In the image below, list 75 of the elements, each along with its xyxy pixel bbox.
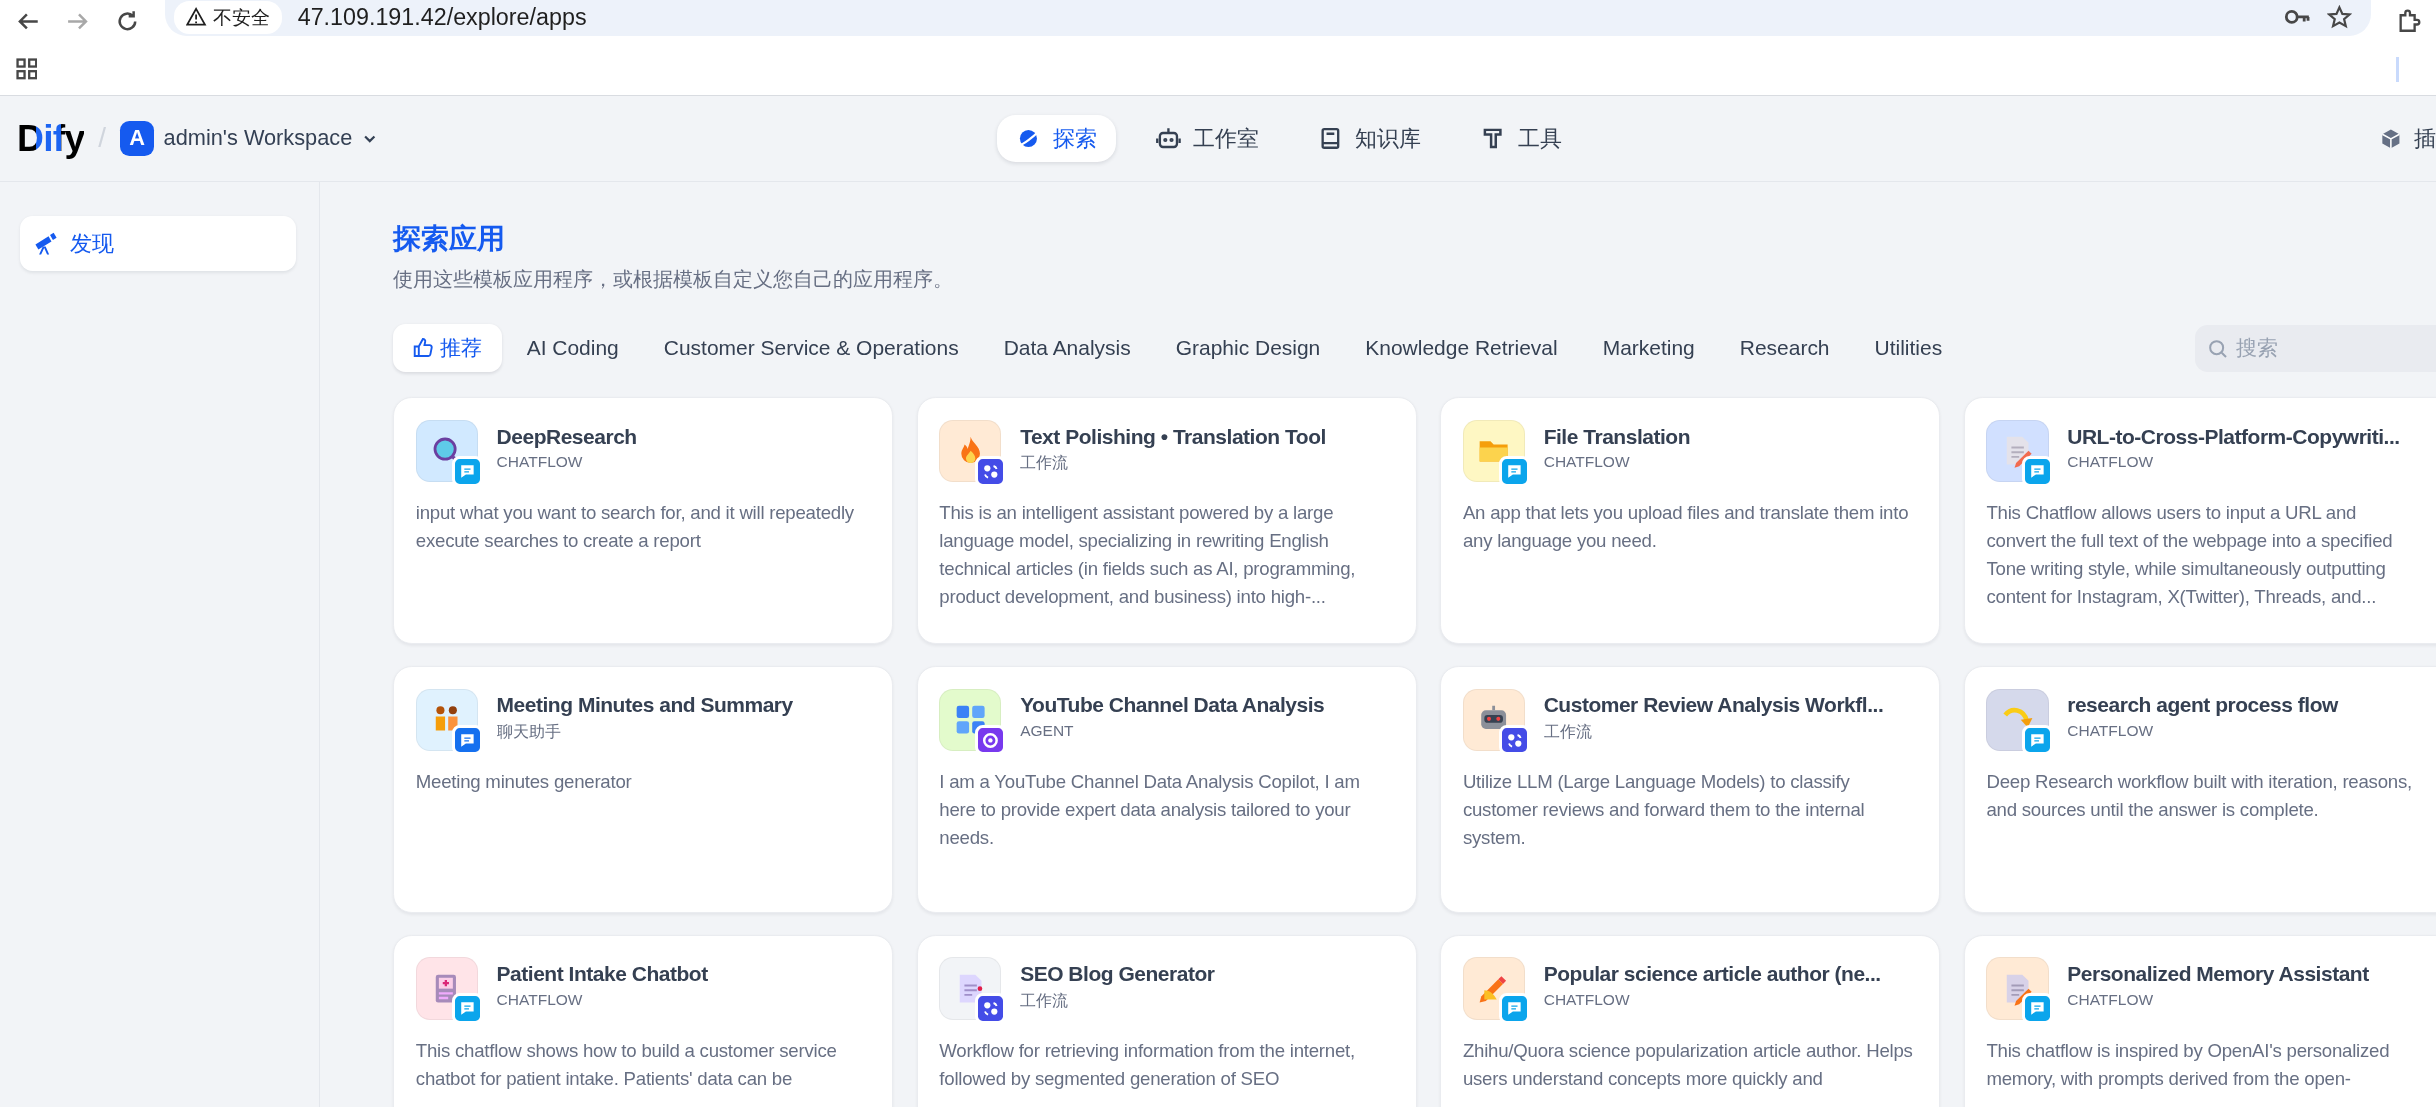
app-mode: 工作流 [1020,453,1069,474]
app-description: Meeting minutes generator [415,769,633,794]
app-card[interactable]: Popular science article author (ne... CHATFLOW Zhihu/Quora science popularization article author. Helps users understand concepts more quickly and [1440,934,1941,1107]
app-description: Zhihu/Quora science popularization article author. Helps users understand concepts more quickly and [1462,1038,1914,1091]
category-tab[interactable]: 推荐 [393,324,502,373]
address-field[interactable]: 47.109.191.42/explore/apps [297,3,2269,31]
app-description: This chatflow is inspired by OpenAI's personalized memory, with prompts derived from the open- [1986,1038,2391,1091]
app-mode: CHATFLOW [496,453,583,472]
app-name: Patient Intake Chatbot [496,962,708,987]
app-description: An app that lets you upload files and translate them into any language you need. [1462,501,1910,554]
category-tab[interactable]: Customer Service & Operations [645,324,979,373]
app-mode: CHATFLOW [2067,453,2154,472]
app-name: Meeting Minutes and Summary [496,693,793,718]
category-tab[interactable]: Utilities [1855,324,1963,373]
divider-slash: / [98,122,107,155]
workspace-switcher[interactable]: A admin's Workspace [120,121,378,156]
page-subtitle: 使用这些模板应用程序，或根据模板自定义您自己的应用程序。 [393,267,955,293]
search-field[interactable]: 搜索 [2195,324,2436,372]
app-mode: CHATFLOW [496,990,583,1009]
plugins-link[interactable]: 插 [2379,124,2436,153]
robot-icon [1155,126,1181,151]
thumbs-up-icon [411,337,434,360]
app-card[interactable]: Customer Review Analysis Workfl... 工作流 Utilize LLM (Large Language Models) to classify customer reviews and forward them to the internal system. [1440,665,1941,913]
app-card[interactable]: YouTube Channel Data Analysis AGENT I am a YouTube Channel Data Analysis Copilot, I am here to provide expert data analysis tailored to your needs. [916,665,1417,913]
telescope-icon [34,231,58,256]
app-description: Deep Research workflow built with iteration, reasons, and sources until the answer is complete. [1986,769,2413,822]
app-name: YouTube Channel Data Analysis [1020,693,1325,718]
category-tab[interactable]: Research [1721,324,1850,373]
sidebar-item[interactable]: 发现 [20,216,296,271]
app-name: File Translation [1543,424,1691,449]
app-card[interactable]: DeepResearch CHATFLOW input what you want to search for, and it will repeatedly execute searches to create a report [393,397,894,645]
nav-tab[interactable]: 探索 [996,115,1116,162]
app-card[interactable]: Patient Intake Chatbot CHATFLOW This chatflow shows how to build a customer service chatbot for patient intake. Patients' data can be [393,934,894,1107]
apps-grid-icon[interactable] [15,58,38,80]
warning-icon [186,7,207,28]
security-chip[interactable]: 不安全 [173,0,283,34]
app-description: Workflow for retrieving information from the internet, followed by segmented generation of SEO [939,1038,1356,1091]
app-mode: CHATFLOW [1543,453,1630,472]
app-mode: CHATFLOW [2067,990,2154,1009]
nav-tab[interactable]: 工具 [1461,115,1581,162]
app-name: Personalized Memory Assistant [2067,962,2369,987]
nav-tab[interactable]: 知识库 [1299,115,1441,162]
app-card[interactable] [916,397,1417,645]
app-description: This Chatflow allows users to input a URL and convert the full text of the webpage into a specified Tone writing style, while simultaneously outputting content for Instagram, X(Twitter), Threads, and... [1986,501,2394,609]
app-name: Customer Review Analysis Workfl... [1543,693,1884,718]
app-name: Text Polishing • Translation Tool [1020,424,1326,449]
app-description: Utilize LLM (Large Language Models) to classify customer reviews and forward them to the internal system. [1462,769,1866,850]
app-name: research agent process flow [2067,693,2338,718]
app-mode: CHATFLOW [2067,721,2154,740]
app-name: DeepResearch [496,424,637,449]
app-description: This chatflow shows how to build a customer service chatbot for patient intake. Patients' data can be [415,1038,838,1091]
app-mode: 工作流 [1543,721,1592,742]
app-name: URL-to-Cross-Platform-Copywriti... [2067,424,2400,449]
app-mode: AGENT [1020,721,1074,740]
cube-icon [2379,127,2402,150]
app-mode: 聊天助手 [496,721,561,742]
app-description: This is an intelligent assistant powered by a large language model, specializing in rewriting English technical articles (in fields such as AI, programming, product development, and business) into high-... [939,501,1357,609]
app-card[interactable]: File Translation CHATFLOW An app that lets you upload files and translate them into any language you need. [1440,397,1941,645]
category-tab[interactable]: Marketing [1584,324,1715,373]
app-description: input what you want to search for, and it will repeatedly execute searches to create a report [415,501,855,554]
app-name: SEO Blog Generator [1020,962,1215,987]
category-tab[interactable]: Graphic Design [1157,324,1341,373]
app-card[interactable] [1963,397,2436,645]
page-title: 探索应用 [393,222,506,257]
category-tab[interactable]: Data Analysis [985,324,1151,373]
app-card[interactable]: Meeting Minutes and Summary 聊天助手 Meeting minutes generator [393,665,894,913]
nav-tab[interactable]: 工作室 [1137,115,1278,162]
app-name: Popular science article author (ne... [1543,962,1881,987]
app-card[interactable]: research agent process flow CHATFLOW Deep Research workflow built with iteration, reasons, and sources until the answer is complete. [1963,665,2436,913]
category-tab[interactable]: Knowledge Retrieval [1346,324,1578,373]
star-icon[interactable] [2327,4,2353,30]
app-mode: CHATFLOW [1543,990,1630,1009]
category-tab[interactable]: AI Coding [508,324,639,373]
app-description: I am a YouTube Channel Data Analysis Copilot, I am here to provide expert data analysis tailored to your needs. [939,769,1361,850]
app-mode: 工作流 [1020,990,1069,1011]
